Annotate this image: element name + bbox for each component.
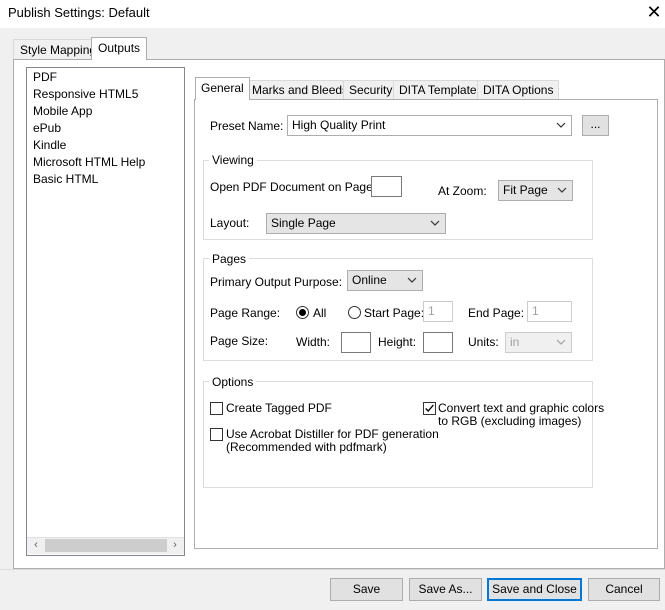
list-item-basic-html[interactable]: Basic HTML xyxy=(33,171,98,188)
height-label: Height: xyxy=(378,335,417,349)
output-purpose-value: Online xyxy=(352,273,387,287)
tab-security[interactable]: Security xyxy=(343,80,399,99)
list-item-epub[interactable]: ePub xyxy=(33,120,61,137)
footer-divider xyxy=(0,569,665,570)
scroll-right-icon[interactable]: › xyxy=(167,537,183,554)
list-item-pdf[interactable]: PDF xyxy=(33,69,57,86)
units-value: in xyxy=(510,335,520,349)
chevron-down-icon xyxy=(430,220,440,226)
convert-rgb-label-line1: Convert text and graphic colors xyxy=(438,401,605,415)
distiller-label-line1: Use Acrobat Distiller for PDF generation xyxy=(226,427,439,441)
units-select[interactable]: in xyxy=(505,332,572,353)
pages-group-title: Pages xyxy=(209,252,250,266)
height-input[interactable] xyxy=(423,332,453,353)
tagged-pdf-label: Create Tagged PDF xyxy=(226,401,332,415)
tagged-pdf-checkbox[interactable] xyxy=(210,402,223,415)
end-page-label: End Page: xyxy=(468,306,525,320)
list-item-responsive-html5[interactable]: Responsive HTML5 xyxy=(33,86,138,103)
window-title: Publish Settings: Default xyxy=(8,5,150,20)
chevron-down-icon xyxy=(556,339,566,345)
output-purpose-select[interactable]: Online xyxy=(347,270,423,291)
convert-rgb-label-line2: to RGB (excluding images) xyxy=(438,414,582,428)
list-item-microsoft-html-help[interactable]: Microsoft HTML Help xyxy=(33,154,145,171)
at-zoom-label: At Zoom: xyxy=(438,184,487,198)
distiller-checkbox[interactable] xyxy=(210,428,223,441)
open-page-input[interactable] xyxy=(371,176,402,197)
distiller-label-line2: (Recommended with pdfmark) xyxy=(226,440,387,454)
scrollbar-thumb[interactable] xyxy=(45,539,167,552)
viewing-group-title: Viewing xyxy=(209,153,257,167)
chevron-down-icon xyxy=(407,277,417,283)
open-page-label: Open PDF Document on Page: xyxy=(210,180,377,194)
page-size-label: Page Size: xyxy=(210,334,269,348)
list-item-kindle[interactable]: Kindle xyxy=(33,137,66,154)
tab-dita-options[interactable]: DITA Options xyxy=(477,80,560,99)
scroll-left-icon[interactable]: ‹ xyxy=(28,537,44,554)
zoom-select[interactable]: Fit Page xyxy=(498,180,573,201)
start-page-input[interactable]: 1 xyxy=(423,301,453,322)
range-all-radio[interactable] xyxy=(296,306,309,319)
cancel-button[interactable]: Cancel xyxy=(588,578,660,601)
layout-select[interactable]: Single Page xyxy=(266,213,446,234)
layout-label: Layout: xyxy=(210,216,250,230)
tab-general[interactable]: General xyxy=(195,77,250,100)
tab-marks-and-bleeds[interactable]: Marks and Bleeds xyxy=(246,80,355,99)
preset-name-select[interactable]: High Quality Print xyxy=(287,115,572,136)
width-input[interactable] xyxy=(341,332,371,353)
units-label: Units: xyxy=(468,335,499,349)
options-group-title: Options xyxy=(209,375,257,389)
list-item-mobile-app[interactable]: Mobile App xyxy=(33,103,92,120)
save-and-close-button[interactable]: Save and Close xyxy=(487,578,582,601)
range-all-label: All xyxy=(313,306,327,320)
range-start-radio[interactable] xyxy=(348,306,361,319)
preset-name-label: Preset Name: xyxy=(210,119,284,133)
preset-name-value: High Quality Print xyxy=(292,118,386,132)
tab-outputs[interactable]: Outputs xyxy=(91,37,148,60)
chevron-down-icon xyxy=(557,187,567,193)
tab-dita-template[interactable]: DITA Template xyxy=(393,80,483,99)
save-as-button[interactable]: Save As... xyxy=(409,578,482,601)
page-range-label: Page Range: xyxy=(210,306,281,320)
save-button[interactable]: Save xyxy=(330,578,403,601)
chevron-down-icon xyxy=(556,122,566,128)
preset-browse-button[interactable]: ... xyxy=(582,115,609,136)
zoom-value: Fit Page xyxy=(503,183,548,197)
checkmark-icon xyxy=(425,404,434,413)
layout-value: Single Page xyxy=(271,216,336,230)
end-page-input[interactable]: 1 xyxy=(527,301,572,322)
start-page-label: Start Page: xyxy=(364,306,425,320)
output-purpose-label: Primary Output Purpose: xyxy=(210,275,343,289)
width-label: Width: xyxy=(296,335,331,349)
convert-rgb-checkbox[interactable] xyxy=(423,402,436,415)
tab-style-mapping[interactable]: Style Mapping xyxy=(13,39,104,59)
close-icon[interactable]: ✕ xyxy=(646,2,662,22)
radio-selected-dot xyxy=(299,309,306,316)
